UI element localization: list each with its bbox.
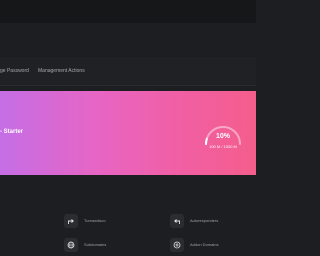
tab-change-password[interactable]: ge Password <box>0 68 29 74</box>
usage-gauge: 10% 100 M / 1000 M <box>200 118 246 154</box>
action-label: Addon Domains <box>190 242 219 247</box>
tab-management-actions[interactable]: Management Actions <box>38 68 85 74</box>
usage-percent: 10% <box>215 133 230 140</box>
usage-amount: 100 M / 1000 M <box>209 144 237 149</box>
action-label: Autoresponders <box>190 218 219 223</box>
globe-icon <box>64 238 78 252</box>
redirect-icon <box>64 214 78 228</box>
plan-title: - Starter <box>0 129 24 135</box>
add-circle-icon <box>170 238 184 252</box>
tabs-bar: ge Password Management Actions <box>0 57 256 86</box>
header-band <box>0 23 256 51</box>
top-navigation-bar <box>0 0 256 23</box>
action-label: Turnaxdisco <box>84 218 106 223</box>
action-label: Subdomains <box>84 242 107 247</box>
reply-icon <box>170 214 184 228</box>
